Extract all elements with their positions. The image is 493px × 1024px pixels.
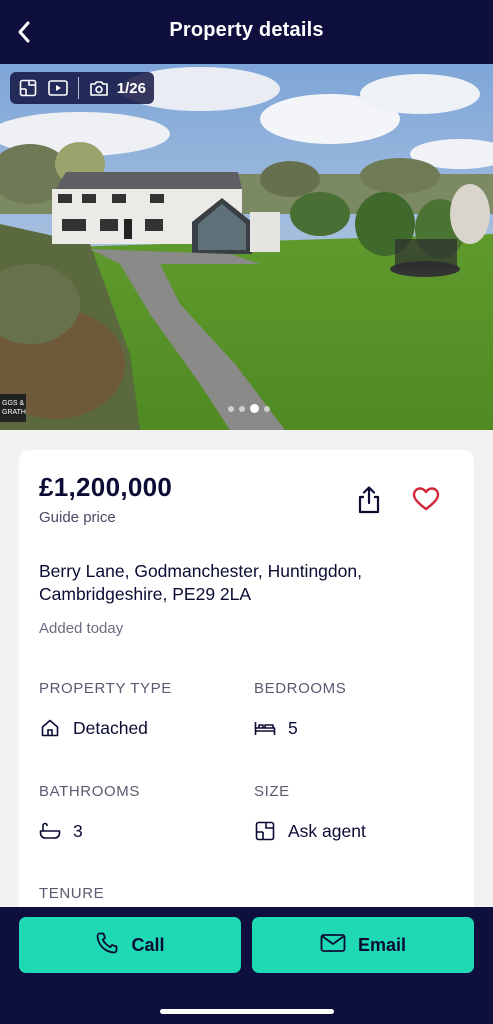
photo-counter: 1/26: [116, 79, 146, 97]
agent-watermark: GGS & GRATH: [0, 394, 26, 422]
attribute-label: TENURE: [39, 885, 105, 902]
heart-icon: [412, 487, 440, 516]
call-button[interactable]: Call: [19, 917, 241, 973]
attribute-property-type: PROPERTY TYPE Detached: [39, 680, 172, 739]
page-title: Property details: [169, 18, 324, 41]
pagination-dot: [228, 405, 234, 412]
envelope-icon: [320, 933, 346, 958]
gallery-pagination: [228, 404, 270, 413]
media-badge[interactable]: 1/26: [10, 72, 154, 104]
house-icon: [39, 717, 61, 739]
bath-icon: [39, 820, 61, 842]
attribute-label: BEDROOMS: [254, 680, 347, 697]
share-button[interactable]: [355, 485, 383, 515]
phone-icon: [95, 931, 119, 960]
property-photo: [0, 64, 493, 430]
property-address: Berry Lane, Godmanchester, Huntingdon, C…: [39, 561, 362, 604]
attribute-label: BATHROOMS: [39, 783, 140, 800]
top-app-bar: Property details: [0, 0, 493, 64]
added-date: Added today: [39, 620, 124, 637]
email-label: Email: [357, 934, 407, 955]
attribute-value: Detached: [73, 717, 148, 738]
floorplan-icon[interactable]: [18, 77, 38, 99]
video-icon[interactable]: [48, 77, 68, 99]
property-summary-card: £1,200,000 Guide price Berry Lane, Godma…: [19, 450, 474, 920]
attribute-value: 3: [73, 820, 83, 841]
attribute-tenure: TENURE: [39, 885, 104, 902]
attribute-label: PROPERTY TYPE: [39, 680, 172, 697]
share-icon: [355, 486, 383, 519]
attribute-value: Ask agent: [288, 820, 366, 841]
badge-divider: [77, 77, 79, 99]
call-label: Call: [131, 934, 165, 955]
attribute-size: SIZE Ask agent: [254, 783, 366, 842]
pagination-dot-active: [250, 404, 259, 413]
attribute-bathrooms: BATHROOMS 3: [39, 783, 140, 842]
attribute-bedrooms: BEDROOMS 5: [254, 680, 346, 739]
attribute-label: SIZE: [254, 783, 290, 800]
price-qualifier: Guide price: [39, 509, 116, 526]
pagination-dot: [264, 405, 270, 412]
property-photo-gallery[interactable]: 1/26 GGS & GRATH: [0, 64, 493, 430]
email-button[interactable]: Email: [252, 917, 474, 973]
pagination-dot: [239, 405, 245, 412]
attribute-value: 5: [288, 717, 298, 738]
back-button[interactable]: [10, 18, 38, 50]
chevron-left-icon: [16, 20, 32, 49]
camera-icon: [89, 77, 109, 99]
property-price: £1,200,000: [39, 472, 173, 502]
favourite-button[interactable]: [412, 486, 442, 514]
home-indicator: [160, 1009, 334, 1014]
floorplan-icon: [254, 820, 276, 842]
bottom-action-bar: Call Email: [0, 907, 493, 1024]
bed-icon: [254, 717, 276, 739]
